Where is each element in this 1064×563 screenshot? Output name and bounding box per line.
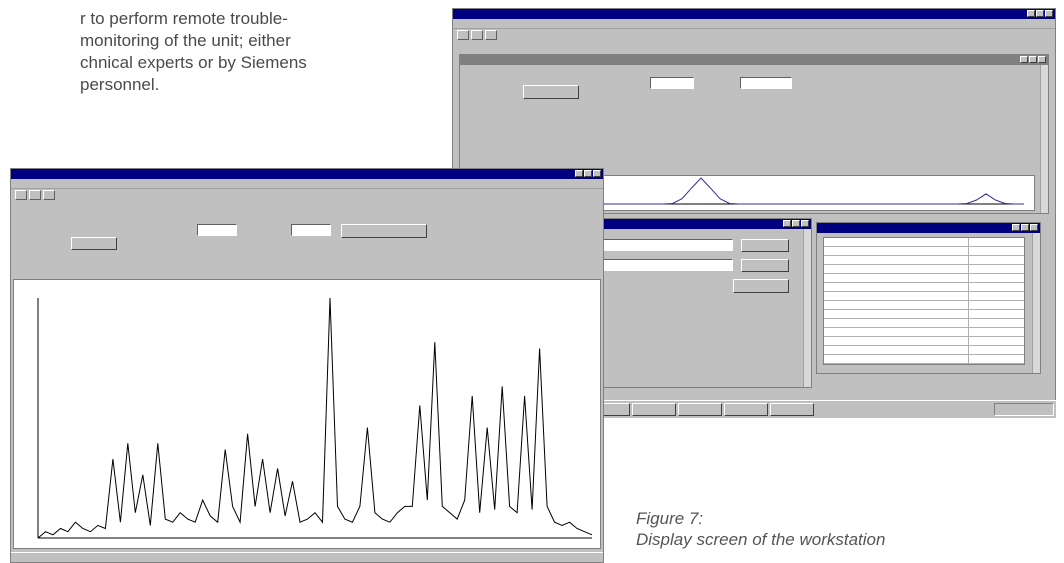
chart-svg (37, 297, 593, 539)
taskbar-item[interactable] (724, 403, 768, 416)
toolbar-button[interactable] (471, 30, 483, 40)
chromatogram-plot-main (13, 279, 601, 549)
figure-caption-text: Display screen of the workstation (636, 530, 886, 549)
series-line (37, 297, 593, 539)
close-button[interactable] (1045, 10, 1053, 17)
right-window-titlebar[interactable] (453, 9, 1055, 19)
table-row[interactable] (824, 238, 1024, 247)
table-cell (824, 283, 969, 291)
left-window-titlebar[interactable] (11, 169, 603, 179)
maximize-button[interactable] (1036, 10, 1044, 17)
range-min-field[interactable] (650, 77, 694, 89)
table-cell (824, 238, 969, 246)
figure-caption: Figure 7: Display screen of the workstat… (636, 508, 885, 550)
toolbar-button[interactable] (485, 30, 497, 40)
parameter-window (816, 222, 1041, 374)
table-cell (824, 292, 969, 300)
table-row[interactable] (824, 328, 1024, 337)
vertical-scrollbar[interactable] (1032, 233, 1040, 373)
paragraph-line: chnical experts or by Siemens (80, 53, 307, 72)
range-max-field[interactable] (740, 77, 792, 89)
vertical-scrollbar[interactable] (803, 229, 811, 387)
table-row[interactable] (824, 355, 1024, 364)
table-row[interactable] (824, 256, 1024, 265)
vertical-scrollbar[interactable] (1040, 65, 1048, 213)
table-row[interactable] (824, 247, 1024, 256)
minimize-button[interactable] (1012, 224, 1020, 231)
table-row[interactable] (824, 346, 1024, 355)
parameter-window-titlebar[interactable] (817, 223, 1040, 233)
right-window-toolbar (453, 29, 1055, 41)
left-window-statusbar (11, 552, 603, 562)
maximize-button[interactable] (1021, 224, 1029, 231)
maximize-button[interactable] (584, 170, 592, 177)
table-row[interactable] (824, 265, 1024, 274)
table-row[interactable] (824, 310, 1024, 319)
table-cell (824, 265, 969, 273)
table-cell (824, 256, 969, 264)
table-row[interactable] (824, 337, 1024, 346)
close-button[interactable] (1030, 224, 1038, 231)
toolbar-button[interactable] (15, 190, 27, 200)
maximize-button[interactable] (1029, 56, 1037, 63)
taskbar-item[interactable] (678, 403, 722, 416)
table-cell (824, 355, 969, 363)
table-cell (824, 337, 969, 345)
inner-window-titlebar[interactable] (460, 55, 1048, 65)
maximize-button[interactable] (792, 220, 800, 227)
table-row[interactable] (824, 292, 1024, 301)
table-row[interactable] (824, 301, 1024, 310)
parameter-table (823, 237, 1025, 365)
max-value-field[interactable] (291, 224, 331, 236)
toolbar-button[interactable] (43, 190, 55, 200)
close-button[interactable] (593, 170, 601, 177)
taskbar-item[interactable] (632, 403, 676, 416)
paragraph-line: monitoring of the unit; either (80, 31, 291, 50)
paragraph-line: personnel. (80, 75, 160, 94)
taskbar-item[interactable] (770, 403, 814, 416)
inner-window-button[interactable] (523, 85, 579, 99)
table-cell (824, 274, 969, 282)
method-button-4[interactable] (733, 279, 789, 293)
browse-button-2[interactable] (741, 259, 789, 272)
document-paragraph: r to perform remote trouble- monitoring … (80, 8, 400, 96)
table-cell (824, 247, 969, 255)
left-window-toolbar (11, 189, 603, 201)
min-value-field[interactable] (197, 224, 237, 236)
small-button[interactable] (71, 237, 117, 250)
table-row[interactable] (824, 274, 1024, 283)
table-cell (824, 346, 969, 354)
toolbar-button[interactable] (457, 30, 469, 40)
table-row[interactable] (824, 319, 1024, 328)
left-window-menubar[interactable] (11, 179, 603, 189)
table-cell (824, 319, 969, 327)
toolbar-button[interactable] (29, 190, 41, 200)
close-button[interactable] (801, 220, 809, 227)
table-cell (824, 328, 969, 336)
left-application-window (10, 168, 604, 563)
paragraph-line: r to perform remote trouble- (80, 9, 288, 28)
left-window-button[interactable] (341, 224, 427, 238)
minimize-button[interactable] (783, 220, 791, 227)
table-row[interactable] (824, 283, 1024, 292)
minimize-button[interactable] (1027, 10, 1035, 17)
close-button[interactable] (1038, 56, 1046, 63)
table-cell (824, 301, 969, 309)
browse-button-1[interactable] (741, 239, 789, 252)
right-window-menubar[interactable] (453, 19, 1055, 29)
table-cell (824, 310, 969, 318)
minimize-button[interactable] (575, 170, 583, 177)
system-tray (994, 403, 1054, 416)
figure-caption-label: Figure 7: (636, 509, 704, 528)
minimize-button[interactable] (1020, 56, 1028, 63)
